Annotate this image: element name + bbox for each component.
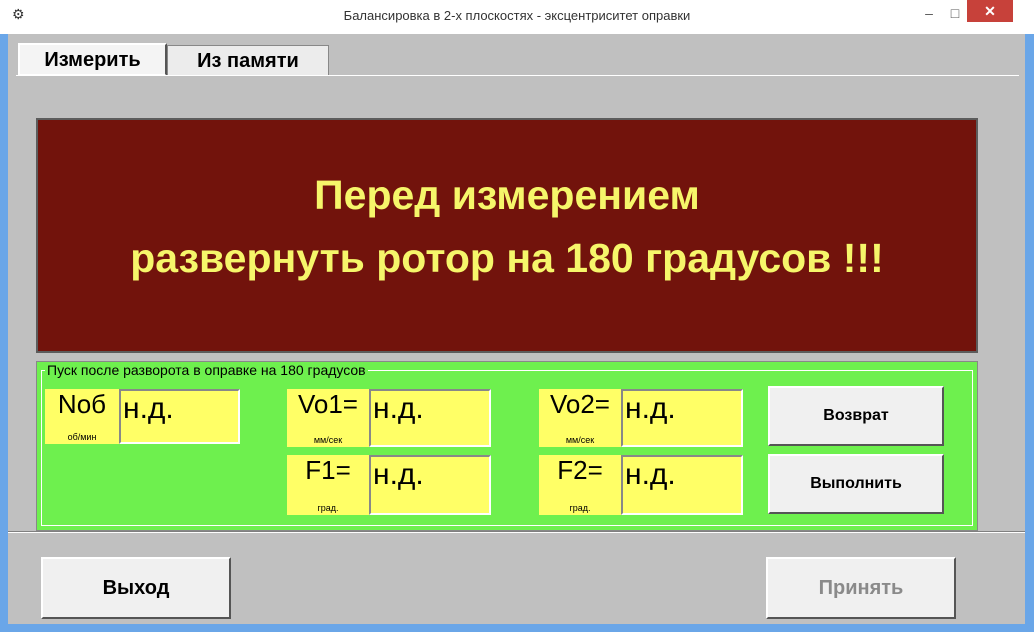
accept-button: Принять [766,557,956,619]
close-button[interactable]: ✕ [967,0,1013,22]
f1-unit: град. [317,503,339,513]
vo2-symbol: Vo2= [549,389,610,419]
tab-from-memory[interactable]: Из памяти [167,45,329,75]
client-area: Измерить Из памяти Перед измерением разв… [8,34,1025,624]
f1-value: н.д. [369,455,491,515]
execute-button[interactable]: Выполнить [768,454,944,514]
f2-value: н.д. [621,455,743,515]
minimize-button[interactable]: – [917,2,941,24]
maximize-button[interactable]: □ [943,2,967,24]
vo2-value: н.д. [621,389,743,447]
tab-measure[interactable]: Измерить [18,43,167,76]
title-bar[interactable]: ⚙ Балансировка в 2-х плоскостях - эксцен… [0,0,1034,34]
vo1-symbol: Vo1= [297,389,358,419]
group-legend: Пуск после разворота в оправке на 180 гр… [45,362,368,378]
exit-button[interactable]: Выход [41,557,231,619]
f1-symbol: F1= [305,455,351,485]
banner-line-1: Перед измерением [314,172,700,218]
nob-label: Nоб об/мин [45,389,119,444]
back-button[interactable]: Возврат [768,386,944,446]
vo1-label: Vo1= мм/сек [287,389,369,447]
nob-symbol: Nоб [57,389,107,419]
footer-separator [8,531,1025,533]
vo1-value: н.д. [369,389,491,447]
f2-label: F2= град. [539,455,621,515]
f1-label: F1= град. [287,455,369,515]
warning-banner: Перед измерением развернуть ротор на 180… [36,118,978,353]
vo1-unit: мм/сек [313,435,343,445]
vo2-label: Vo2= мм/сек [539,389,621,447]
window-title: Балансировка в 2-х плоскостях - эксцентр… [343,8,691,23]
nob-value: н.д. [119,389,240,444]
nob-unit: об/мин [67,432,97,442]
app-window: ⚙ Балансировка в 2-х плоскостях - эксцен… [0,0,1034,632]
f2-unit: град. [569,503,591,513]
vo2-unit: мм/сек [565,435,595,445]
banner-line-2: развернуть ротор на 180 градусов !!! [130,235,884,281]
f2-symbol: F2= [557,455,603,485]
measurement-group: Пуск после разворота в оправке на 180 гр… [36,361,978,531]
